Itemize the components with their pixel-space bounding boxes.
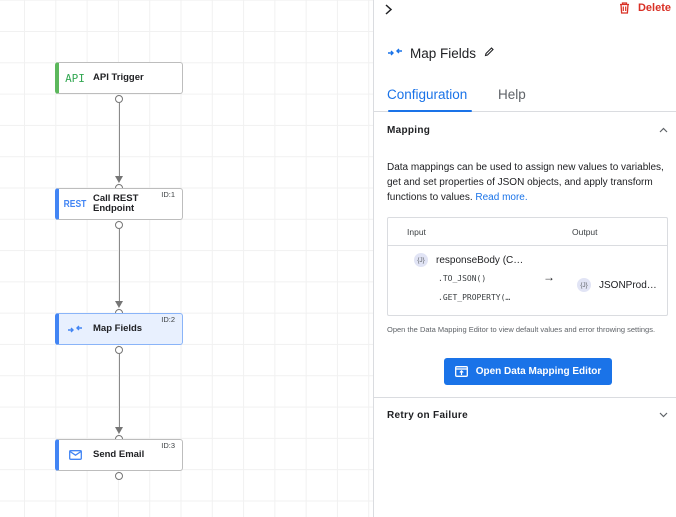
map-fields-icon [59, 324, 91, 334]
json-variable-icon: {J} [577, 278, 591, 292]
input-variable[interactable]: {J} responseBody (C… [414, 253, 523, 267]
node-output-port[interactable] [115, 472, 123, 480]
mapping-section-title: Mapping [387, 124, 431, 136]
node-id: ID:3 [161, 441, 175, 450]
node-output-port[interactable] [115, 346, 123, 354]
mapping-table-header: Input Output [388, 218, 667, 246]
transform-function: .TO_JSON() [438, 274, 487, 283]
edge-connector [118, 354, 120, 429]
chevron-right-icon[interactable] [384, 3, 393, 18]
node-map-fields[interactable]: Map Fields ID:2 [55, 313, 183, 345]
rest-icon: REST [63, 198, 87, 210]
json-variable-icon: {J} [414, 253, 428, 267]
integration-canvas[interactable]: API API Trigger REST Call REST Endpoint … [0, 0, 374, 517]
arrow-right-icon: → [543, 270, 555, 284]
read-more-link[interactable]: Read more. [475, 192, 527, 203]
delete-label: Delete [637, 2, 671, 14]
section-divider [374, 397, 676, 398]
delete-button[interactable]: Delete [619, 2, 671, 14]
input-variable-name: responseBody (C… [436, 254, 524, 266]
output-column-header: Output [572, 227, 598, 237]
output-variable-name: JSONProd… [599, 279, 657, 291]
panel-title-row: Map Fields [387, 44, 495, 62]
transform-function: .GET_PROPERTY(… [438, 293, 511, 302]
output-variable[interactable]: {J} JSONProd… [577, 278, 657, 292]
open-editor-label: Open Data Mapping Editor [475, 366, 602, 377]
open-data-mapping-editor-button[interactable]: Open Data Mapping Editor [444, 358, 612, 385]
node-id: ID:1 [161, 190, 175, 199]
node-send-email[interactable]: Send Email ID:3 [55, 439, 183, 471]
retry-section-title: Retry on Failure [387, 409, 468, 421]
retry-section-header[interactable]: Retry on Failure [374, 400, 676, 430]
tab-configuration[interactable]: Configuration [387, 87, 467, 102]
chevron-up-icon[interactable] [659, 125, 668, 136]
mapping-section-header[interactable]: Mapping [374, 115, 676, 145]
node-label: Map Fields [93, 323, 143, 334]
node-id: ID:2 [161, 315, 175, 324]
edge-arrowhead [115, 301, 123, 308]
node-output-port[interactable] [115, 95, 123, 103]
mapping-description: Data mappings can be used to assign new … [387, 160, 667, 205]
node-call-rest-endpoint[interactable]: REST Call REST Endpoint ID:1 [55, 188, 183, 220]
panel-topbar: Delete [374, 0, 676, 22]
open-in-new-window-icon [454, 366, 468, 377]
edge-arrowhead [115, 176, 123, 183]
chevron-down-icon[interactable] [659, 410, 668, 421]
mail-icon [59, 450, 91, 460]
mapping-table[interactable]: Input Output {J} responseBody (C… .TO_JS… [387, 217, 668, 316]
trash-icon [619, 2, 629, 14]
tab-help[interactable]: Help [498, 87, 526, 102]
active-tab-indicator [388, 110, 472, 112]
api-trigger-icon: API [65, 71, 85, 85]
input-column-header: Input [407, 227, 426, 237]
panel-tabs: Configuration Help [374, 84, 676, 112]
node-api-trigger[interactable]: API API Trigger [55, 62, 183, 94]
editor-note: Open the Data Mapping Editor to view def… [387, 325, 656, 334]
map-fields-icon [387, 44, 403, 62]
node-label: Call REST Endpoint [93, 193, 139, 214]
panel-title: Map Fields [410, 45, 477, 61]
edge-arrowhead [115, 427, 123, 434]
edge-connector [118, 103, 120, 178]
edit-pencil-icon[interactable] [484, 44, 495, 62]
config-panel: Delete Map Fields Configuration Help Map… [374, 0, 676, 517]
node-output-port[interactable] [115, 221, 123, 229]
node-label: Send Email [93, 449, 145, 460]
node-label: API Trigger [93, 72, 144, 83]
edge-connector [118, 229, 120, 303]
